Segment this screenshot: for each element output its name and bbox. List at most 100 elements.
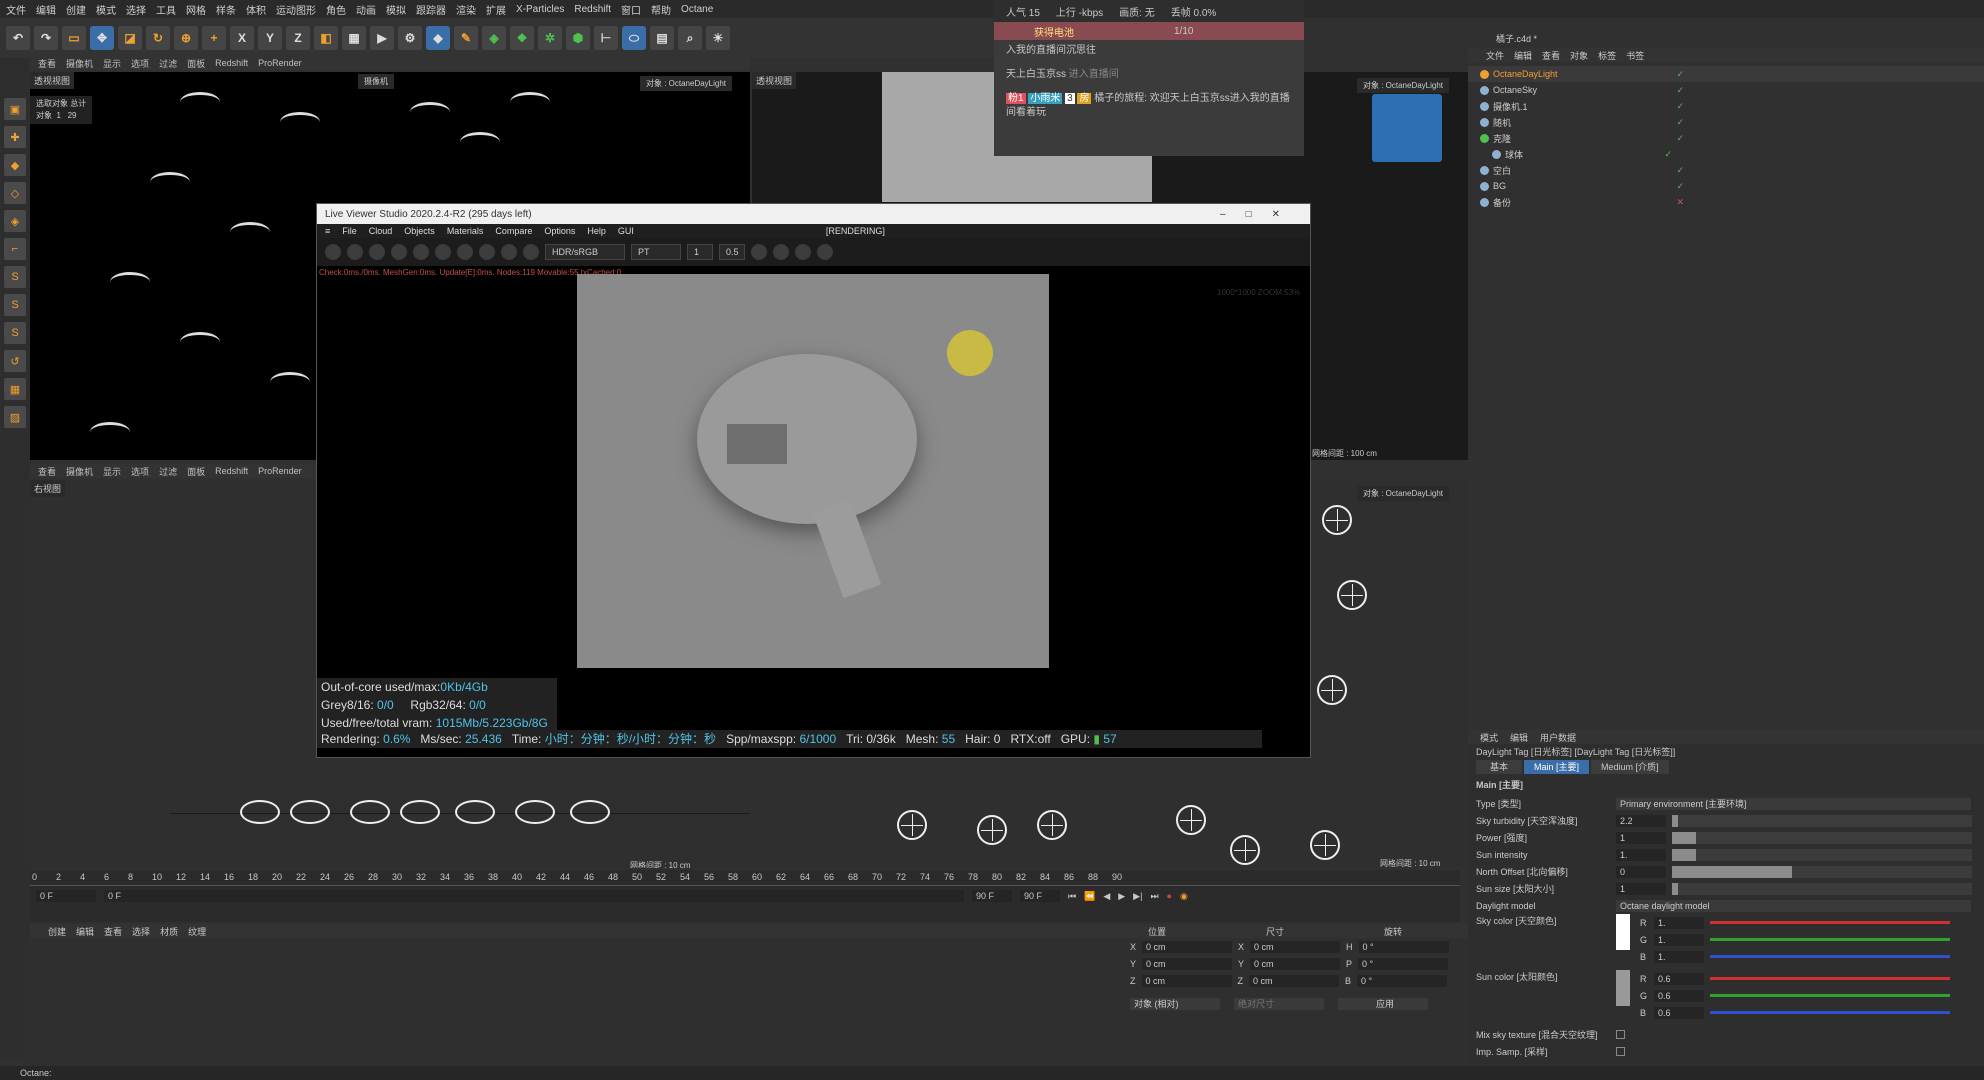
lv-menu-gui[interactable]: GUI: [618, 226, 634, 236]
sky-b-slider[interactable]: [1710, 955, 1950, 958]
tab-medium[interactable]: Medium [介质]: [1591, 760, 1669, 774]
am-menu-edit[interactable]: 编辑: [1510, 731, 1528, 744]
om-menu-bookmarks[interactable]: 书签: [1626, 49, 1644, 62]
tab-main[interactable]: Main [主要]: [1524, 760, 1590, 774]
scene-tab[interactable]: 橘子.c4d *: [1468, 30, 1984, 48]
menu-tracker[interactable]: 跟踪器: [416, 2, 446, 17]
mograph-icon[interactable]: ✲: [538, 26, 562, 50]
environment-icon[interactable]: ⬭: [622, 26, 646, 50]
menu-volume[interactable]: 体积: [246, 2, 266, 17]
field-icon[interactable]: ⊢: [594, 26, 618, 50]
texture-mode-icon[interactable]: ✚: [4, 126, 26, 148]
tab-basic[interactable]: 基本: [1476, 760, 1523, 774]
pen-icon[interactable]: ✎: [454, 26, 478, 50]
menu-help[interactable]: 帮助: [651, 2, 671, 17]
size-y-field[interactable]: 0 cm: [1250, 957, 1341, 970]
power-field[interactable]: 1: [1616, 831, 1666, 844]
vp-menu-prorender[interactable]: ProRender: [258, 58, 302, 68]
snapshot-icon[interactable]: [795, 244, 811, 260]
spin-b-input[interactable]: 0.5: [719, 244, 745, 260]
am-menu-mode[interactable]: 模式: [1480, 731, 1498, 744]
mm-menu-select[interactable]: 选择: [132, 925, 150, 938]
sun-r-field[interactable]: 0.6: [1654, 972, 1704, 985]
object-row-backup[interactable]: 备份 ✕: [1468, 194, 1984, 210]
pick-material-icon[interactable]: [501, 244, 517, 260]
render-region-icon[interactable]: ▦: [342, 26, 366, 50]
y-axis-icon[interactable]: Y: [258, 26, 282, 50]
start-frame-field[interactable]: 0 F: [36, 890, 96, 902]
quality-status[interactable]: 画质: 无: [1119, 4, 1155, 19]
lv-menu-cloud[interactable]: Cloud: [369, 226, 393, 236]
size-mode-dropdown[interactable]: 绝对尺寸: [1234, 997, 1324, 1010]
sun-g-slider[interactable]: [1710, 994, 1950, 997]
vp-menu-filter[interactable]: 过滤: [159, 57, 177, 70]
live-viewer-titlebar[interactable]: Live Viewer Studio 2020.2.4-R2 (295 days…: [317, 204, 1310, 224]
menu-redshift[interactable]: Redshift: [574, 4, 611, 15]
om-menu-view[interactable]: 查看: [1542, 49, 1560, 62]
object-row-sphere[interactable]: 球体 ✓: [1468, 146, 1984, 162]
menu-window[interactable]: 窗口: [621, 2, 641, 17]
menu-octane[interactable]: Octane: [681, 4, 713, 15]
om-menu-objects[interactable]: 对象: [1570, 49, 1588, 62]
mm-menu-edit[interactable]: 编辑: [76, 925, 94, 938]
menu-render[interactable]: 渲染: [456, 2, 476, 17]
lv-hamburger-icon[interactable]: ≡: [325, 226, 330, 236]
visibility-check-icon[interactable]: ✓: [1676, 101, 1684, 112]
type-dropdown[interactable]: Primary environment [主要环境]: [1616, 797, 1971, 810]
power-slider[interactable]: [1672, 831, 1972, 844]
deformer-icon[interactable]: ⬢: [566, 26, 590, 50]
sun-b-slider[interactable]: [1710, 1011, 1950, 1014]
send-scene-icon[interactable]: [325, 244, 341, 260]
vp-menu-camera[interactable]: 摄像机: [66, 465, 93, 478]
region-icon[interactable]: [391, 244, 407, 260]
turbidity-slider[interactable]: [1672, 814, 1972, 827]
vp-menu-redshift[interactable]: Redshift: [215, 466, 248, 476]
recent-tool-icon[interactable]: ⊕: [174, 26, 198, 50]
visibility-check-icon[interactable]: ✓: [1676, 117, 1684, 128]
chat-username[interactable]: 天上白玉京ss: [1006, 69, 1066, 80]
menu-edit[interactable]: 编辑: [36, 2, 56, 17]
object-row-daylight[interactable]: OctaneDayLight ✓: [1468, 66, 1984, 82]
camera-icon[interactable]: ⌕: [678, 26, 702, 50]
scale-icon[interactable]: ◪: [118, 26, 142, 50]
visibility-check-icon[interactable]: ✓: [1676, 181, 1684, 192]
menu-simulate[interactable]: 模拟: [386, 2, 406, 17]
spin-a-input[interactable]: 1: [687, 244, 713, 260]
menu-file[interactable]: 文件: [6, 2, 26, 17]
window-controls[interactable]: –□✕: [1220, 209, 1300, 220]
north-offset-field[interactable]: 0: [1616, 865, 1666, 878]
visibility-check-icon[interactable]: ✓: [1676, 69, 1684, 80]
vp-menu-options[interactable]: 选项: [131, 57, 149, 70]
vp-menu-filter[interactable]: 过滤: [159, 465, 177, 478]
visibility-check-icon[interactable]: ✓: [1676, 133, 1684, 144]
create-icon[interactable]: +: [202, 26, 226, 50]
model-mode-icon[interactable]: ▣: [4, 98, 26, 120]
coord-system-icon[interactable]: ◧: [314, 26, 338, 50]
point-mode-icon[interactable]: ◆: [4, 154, 26, 176]
light-icon[interactable]: ☀: [706, 26, 730, 50]
north-offset-slider[interactable]: [1672, 865, 1972, 878]
x-axis-icon[interactable]: X: [230, 26, 254, 50]
mm-menu-texture[interactable]: 纹理: [188, 925, 206, 938]
sun-size-field[interactable]: 1: [1616, 882, 1666, 895]
vp-menu-panel[interactable]: 面板: [187, 57, 205, 70]
pos-z-field[interactable]: 0 cm: [1141, 974, 1232, 987]
lv-menu-compare[interactable]: Compare: [495, 226, 532, 236]
menu-spline[interactable]: 样条: [216, 2, 236, 17]
dropped-frames[interactable]: 丢帧 0.0%: [1171, 4, 1217, 19]
record-icon[interactable]: ●: [1167, 891, 1172, 901]
size-x-field[interactable]: 0 cm: [1250, 940, 1341, 953]
sun-g-field[interactable]: 0.6: [1654, 989, 1704, 1002]
vp-menu-view[interactable]: 查看: [38, 465, 56, 478]
cloner-icon[interactable]: ❖: [510, 26, 534, 50]
sun-r-slider[interactable]: [1710, 977, 1950, 980]
imp-samp-checkbox[interactable]: [1616, 1047, 1625, 1056]
vp-menu-prorender[interactable]: ProRender: [258, 466, 302, 476]
vp-menu-camera[interactable]: 摄像机: [66, 57, 93, 70]
object-row-bg[interactable]: BG ✓: [1468, 178, 1984, 194]
vp-menu-display[interactable]: 显示: [103, 465, 121, 478]
visibility-check-icon[interactable]: ✓: [1664, 149, 1672, 160]
menu-extensions[interactable]: 扩展: [486, 2, 506, 17]
key-icon[interactable]: ◉: [1180, 891, 1188, 902]
settings-icon[interactable]: [413, 244, 429, 260]
